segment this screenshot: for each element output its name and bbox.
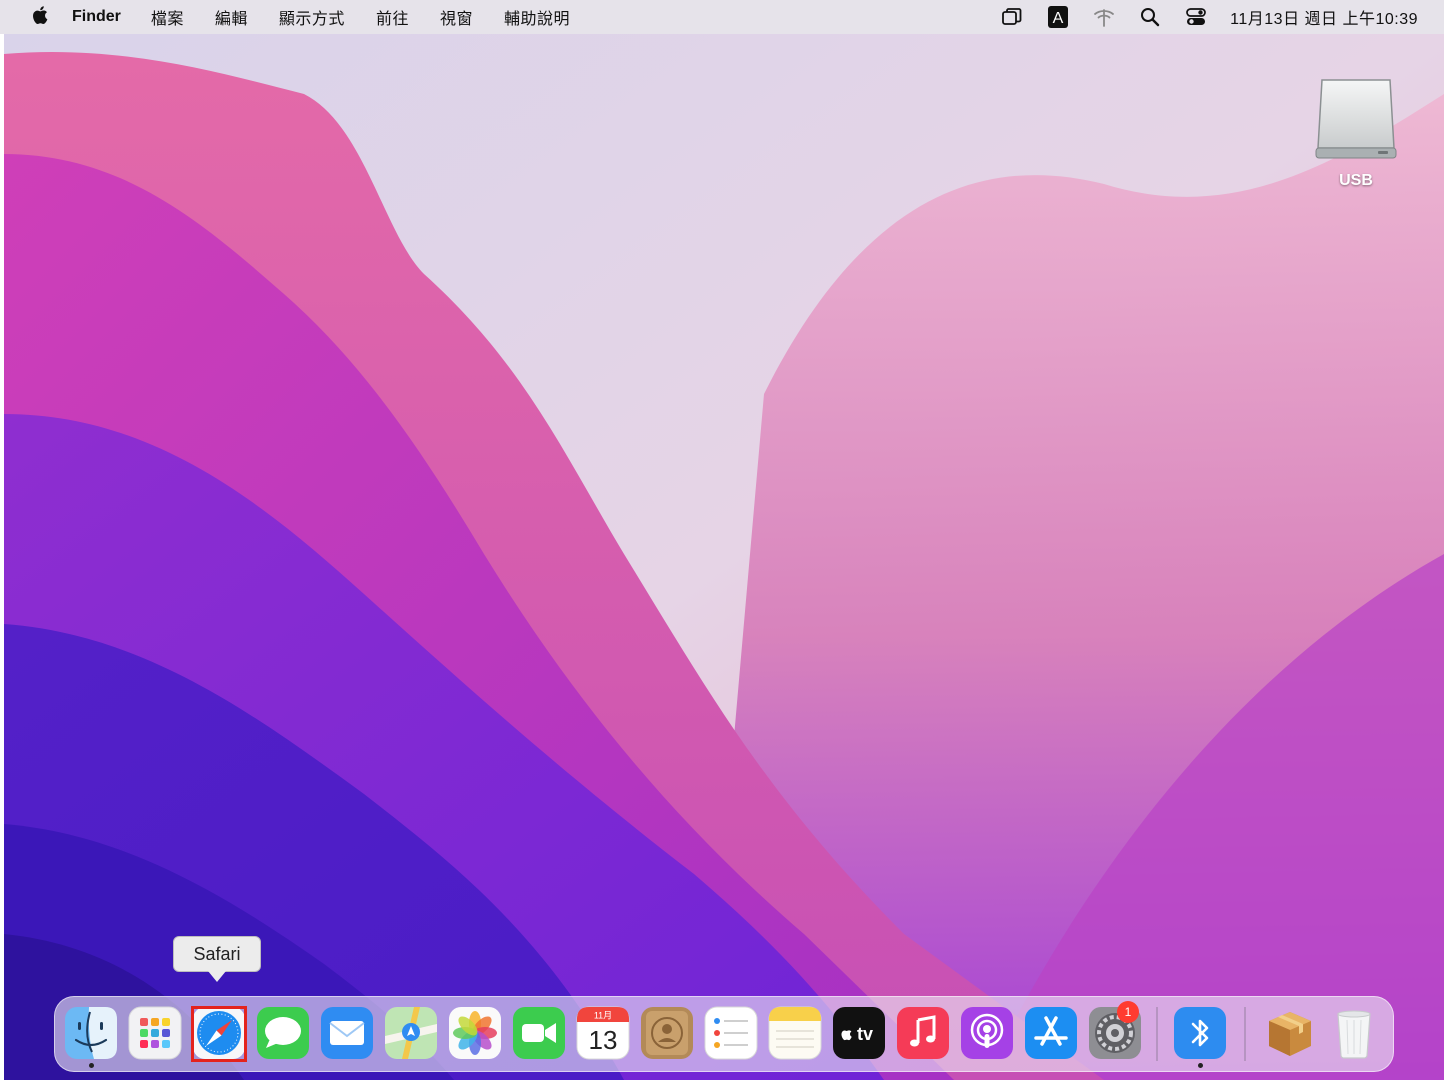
tv-icon: tv bbox=[833, 1007, 885, 1059]
calendar-icon: 11月 13 bbox=[576, 1006, 630, 1060]
dock-app-contacts[interactable] bbox=[640, 1006, 694, 1060]
dock-separator bbox=[1156, 1007, 1158, 1061]
dock-app-photos[interactable] bbox=[448, 1006, 502, 1060]
contacts-icon bbox=[641, 1007, 693, 1059]
dock-app-finder[interactable] bbox=[64, 1006, 118, 1060]
app-store-icon bbox=[1025, 1007, 1077, 1059]
dock-tooltip: Safari bbox=[173, 936, 261, 972]
dock-separator bbox=[1244, 1007, 1246, 1061]
safari-selection-outline bbox=[191, 1006, 247, 1062]
trash-icon bbox=[1337, 1010, 1371, 1059]
menu-bar-clock[interactable]: 11月13日 週日 上午10:39 bbox=[1230, 5, 1418, 29]
photos-icon bbox=[449, 1007, 501, 1059]
dock-app-podcasts[interactable] bbox=[960, 1006, 1014, 1060]
input-method-label: A bbox=[1053, 10, 1064, 27]
tv-label: tv bbox=[857, 1024, 873, 1044]
dock-app-tv[interactable]: tv bbox=[832, 1006, 886, 1060]
usb-drive-desktop-icon[interactable]: USB bbox=[1308, 74, 1404, 198]
messages-icon bbox=[257, 1007, 309, 1059]
notes-icon bbox=[768, 1006, 822, 1060]
finder-icon bbox=[65, 1007, 117, 1059]
menu-go[interactable]: 前往 bbox=[376, 5, 409, 29]
menu-file[interactable]: 檔案 bbox=[151, 5, 184, 29]
facetime-icon bbox=[513, 1007, 565, 1059]
dock-app-bluetooth-file-exchange[interactable] bbox=[1173, 1006, 1227, 1060]
dock-app-reminders[interactable] bbox=[704, 1006, 758, 1060]
system-preferences-badge: 1 bbox=[1117, 1001, 1139, 1023]
music-icon bbox=[897, 1007, 949, 1059]
dock-app-notes[interactable] bbox=[768, 1006, 822, 1060]
reminders-icon bbox=[704, 1006, 758, 1060]
control-center-icon[interactable] bbox=[1184, 5, 1208, 29]
menu-edit[interactable]: 編輯 bbox=[215, 5, 248, 29]
dock-app-mail[interactable] bbox=[320, 1006, 374, 1060]
window-stack-icon[interactable] bbox=[1000, 5, 1024, 29]
dock-app-messages[interactable] bbox=[256, 1006, 310, 1060]
maps-icon bbox=[385, 1007, 437, 1059]
launchpad-icon bbox=[128, 1006, 182, 1060]
calendar-day: 13 bbox=[589, 1025, 618, 1055]
podcasts-icon bbox=[961, 1007, 1013, 1059]
menu-view[interactable]: 顯示方式 bbox=[279, 5, 345, 29]
search-icon[interactable] bbox=[1138, 5, 1162, 29]
menu-bar: Finder 檔案 編輯 顯示方式 前往 視窗 輔助說明 A 11月13日 週日… bbox=[0, 0, 1444, 34]
usb-drive-label: USB bbox=[1339, 172, 1373, 189]
macos-desktop: Finder 檔案 編輯 顯示方式 前往 視窗 輔助說明 A 11月13日 週日… bbox=[0, 0, 1444, 1080]
finder-running-indicator bbox=[89, 1063, 94, 1068]
bluetooth-running-indicator bbox=[1198, 1063, 1203, 1068]
apple-icon[interactable] bbox=[0, 4, 72, 31]
mail-icon bbox=[321, 1007, 373, 1059]
menu-help[interactable]: 輔助說明 bbox=[504, 5, 570, 29]
calendar-month: 11月 bbox=[594, 1011, 612, 1021]
dock-app-music[interactable] bbox=[896, 1006, 950, 1060]
dock-app-trash[interactable] bbox=[1327, 1006, 1381, 1060]
dock-app-installer[interactable] bbox=[1263, 1006, 1317, 1060]
dock-app-app-store[interactable] bbox=[1024, 1006, 1078, 1060]
input-method-a-icon[interactable]: A bbox=[1046, 5, 1070, 29]
dock-app-maps[interactable] bbox=[384, 1006, 438, 1060]
dock-tooltip-arrow bbox=[208, 971, 226, 982]
bluetooth-icon bbox=[1174, 1007, 1226, 1059]
dock-app-facetime[interactable] bbox=[512, 1006, 566, 1060]
external-drive-icon bbox=[1315, 79, 1397, 159]
installer-package-icon bbox=[1269, 1012, 1311, 1056]
desktop-wallpaper[interactable] bbox=[4, 34, 1444, 1080]
dock-app-launchpad[interactable] bbox=[128, 1006, 182, 1060]
dock: 11月 13 tv 1 bbox=[54, 996, 1394, 1072]
menu-app-finder[interactable]: Finder bbox=[72, 8, 121, 26]
wifi-icon[interactable] bbox=[1092, 5, 1116, 29]
dock-app-calendar[interactable]: 11月 13 bbox=[576, 1006, 630, 1060]
menu-window[interactable]: 視窗 bbox=[440, 5, 473, 29]
